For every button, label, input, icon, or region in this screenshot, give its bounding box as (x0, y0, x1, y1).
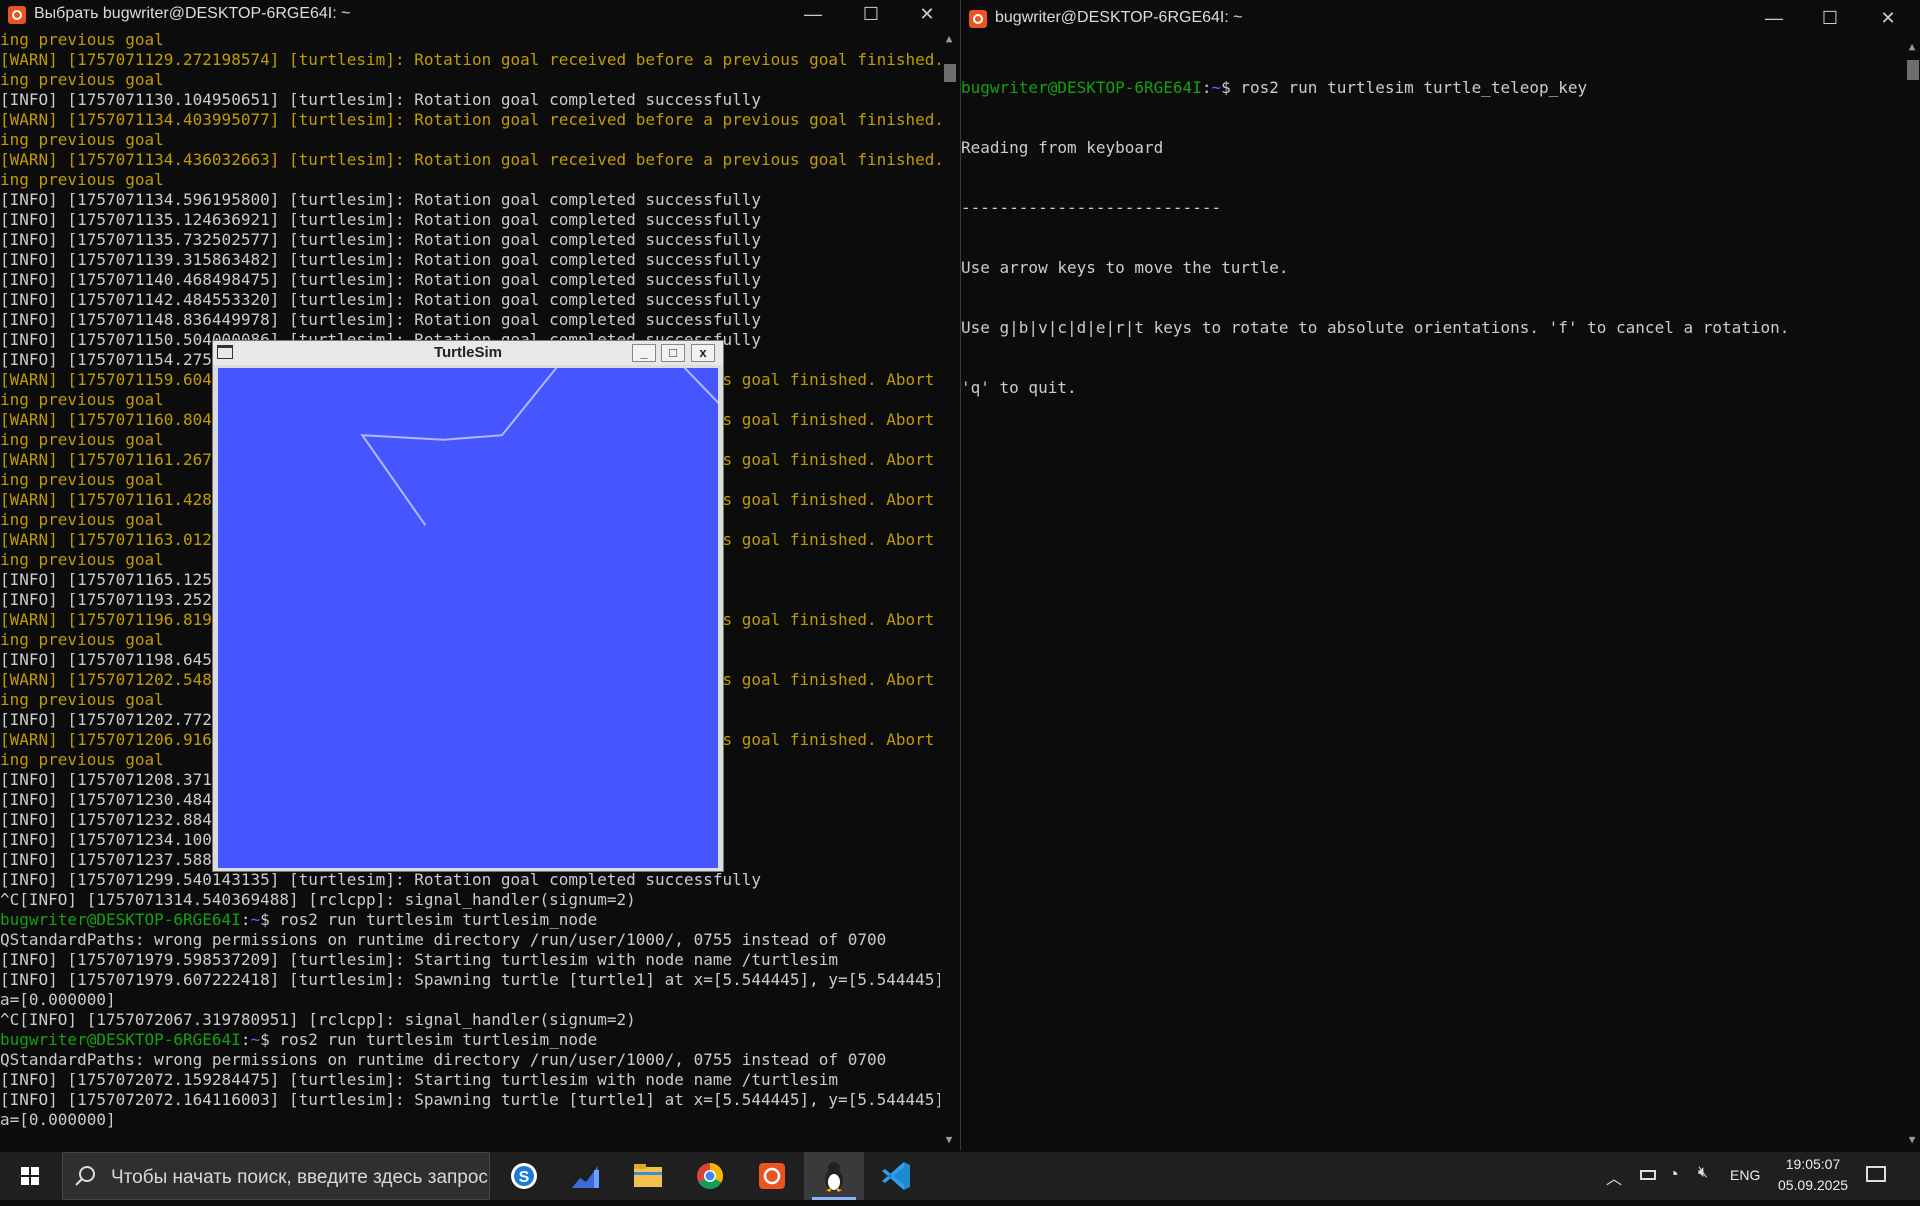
minimize-button[interactable]: — (1751, 4, 1797, 34)
turtlesim-close-button[interactable]: x (691, 344, 715, 362)
right-terminal-output[interactable]: bugwriter@DESKTOP-6RGE64I:~$ ros2 run tu… (961, 38, 1903, 1148)
left-terminal-titlebar[interactable]: Выбрать bugwriter@DESKTOP-6RGE64I: ~ — ☐… (0, 0, 958, 30)
turtlesim-title: TurtleSim (433, 344, 503, 361)
log-line: [INFO] [1757072072.159284475] [turtlesim… (0, 1070, 839, 1089)
turtlesim-drawing (360, 293, 751, 526)
output-line: Use arrow keys to move the turtle. (961, 258, 1289, 277)
log-line: a=[0.000000] (0, 990, 116, 1009)
output-line: --------------------------- (961, 198, 1222, 217)
notifications-icon[interactable] (1866, 1166, 1886, 1182)
clock-time: 19:05:07 (1785, 1156, 1841, 1172)
scroll-down-arrow-icon[interactable]: ▼ (1903, 1133, 1920, 1146)
log-line: [INFO] [1757071148.836449978] [turtlesim… (0, 310, 761, 329)
log-line: [INFO] [1757071130.104950651] [turtlesim… (0, 90, 761, 109)
log-line: [INFO] [1757071139.315863482] [turtlesim… (0, 250, 761, 269)
clock-date: 05.09.2025 (1777, 1177, 1849, 1193)
vscode-icon[interactable] (868, 1152, 924, 1200)
clock[interactable]: 19:05:07 05.09.2025 (1770, 1154, 1856, 1196)
right-terminal-window: bugwriter@DESKTOP-6RGE64I: ~ — ☐ ✕ bugwr… (960, 0, 1920, 1150)
scroll-down-arrow-icon[interactable]: ▼ (940, 1133, 958, 1146)
prompt-user: bugwriter@DESKTOP-6RGE64I (0, 1030, 241, 1049)
log-line: [INFO] [1757071135.732502577] [turtlesim… (0, 230, 761, 249)
turtlesim-maximize-button[interactable]: □ (661, 344, 685, 362)
log-line: [INFO] [1757071142.484553320] [turtlesim… (0, 290, 761, 309)
ubuntu-icon (8, 6, 26, 24)
log-line: [INFO] [1757071299.540143135] [turtlesim… (0, 870, 761, 889)
prompt-line: bugwriter@DESKTOP-6RGE64I:~$ ros2 run tu… (0, 1030, 940, 1050)
prompt-user: bugwriter@DESKTOP-6RGE64I (0, 910, 241, 929)
close-button[interactable]: ✕ (1865, 4, 1911, 34)
scrollbar-thumb[interactable] (944, 64, 956, 82)
turtlesim-window[interactable]: TurtleSim _ □ x (212, 293, 751, 872)
log-line: [INFO] [1757071135.124636921] [turtlesim… (0, 210, 761, 229)
window-menu-icon[interactable] (217, 345, 233, 359)
output-line: Use g|b|v|c|d|e|r|t keys to rotate to ab… (961, 318, 1790, 337)
log-line: [INFO] [1757071979.598537209] [turtlesim… (0, 950, 839, 969)
stats-icon[interactable] (558, 1152, 614, 1200)
left-terminal-title: Выбрать bugwriter@DESKTOP-6RGE64I: ~ (34, 5, 351, 22)
minimize-button[interactable]: — (790, 0, 836, 30)
turtle-path (360, 293, 738, 526)
linux-terminal-icon[interactable] (804, 1152, 864, 1200)
log-line: [WARN] [1757071134.403995077] [turtlesim… (0, 110, 940, 129)
turtlesim-minimize-button[interactable]: _ (632, 344, 656, 362)
left-terminal-scrollbar[interactable]: ▲ ▼ (940, 30, 958, 1150)
log-line: [WARN] [1757071129.272198574] [turtlesim… (0, 50, 940, 69)
prompt-path: ~ (250, 910, 261, 929)
scroll-up-arrow-icon[interactable]: ▲ (940, 32, 958, 45)
log-line: [WARN] [1757071134.436032663] [turtlesim… (0, 150, 940, 169)
log-line: ^C[INFO] [1757072067.319780951] [rclcpp]… (0, 1010, 636, 1029)
svg-text:S: S (519, 1169, 530, 1186)
output-line: Reading from keyboard (961, 138, 1164, 157)
windows-icon (21, 1167, 39, 1185)
ubuntu-icon (969, 10, 987, 28)
output-line: 'q' to quit. (961, 378, 1077, 397)
prompt-path: ~ (250, 1030, 261, 1049)
log-line: [INFO] [1757071140.468498475] [turtlesim… (0, 270, 761, 289)
ubuntu-icon[interactable] (744, 1152, 800, 1200)
file-explorer-icon[interactable] (620, 1152, 676, 1200)
right-terminal-scrollbar[interactable]: ▲ ▼ (1903, 38, 1920, 1150)
log-line: ^C[INFO] [1757071314.540369488] [rclcpp]… (0, 890, 636, 909)
scrollbar-thumb[interactable] (1907, 60, 1919, 80)
network-icon[interactable]: ◔ (1668, 1164, 1679, 1185)
prompt-line: bugwriter@DESKTOP-6RGE64I:~$ ros2 run tu… (961, 78, 1903, 98)
log-line: ing previous goal (0, 130, 164, 149)
search-icon (75, 1166, 95, 1186)
prompt-command: $ ros2 run turtlesim turtlesim_node (260, 910, 598, 929)
maximize-button[interactable]: ☐ (848, 0, 894, 30)
right-terminal-titlebar[interactable]: bugwriter@DESKTOP-6RGE64I: ~ — ☐ ✕ (961, 4, 1920, 34)
chrome-icon[interactable] (682, 1152, 738, 1200)
scroll-up-arrow-icon[interactable]: ▲ (1903, 40, 1920, 53)
battery-icon[interactable] (1640, 1170, 1656, 1180)
prompt-line: bugwriter@DESKTOP-6RGE64I:~$ ros2 run tu… (0, 910, 940, 930)
search-input[interactable]: Чтобы начать поиск, введите здесь запрос (111, 1167, 488, 1189)
log-line: a=[0.000000] (0, 1110, 116, 1129)
prompt-command: $ ros2 run turtlesim turtlesim_node (260, 1030, 598, 1049)
tray-chevron-icon[interactable]: ︿ (1606, 1165, 1622, 1189)
log-line: [INFO] [1757071134.596195800] [turtlesim… (0, 190, 761, 209)
log-line: QStandardPaths: wrong permissions on run… (0, 930, 887, 949)
prompt-path: ~ (1211, 78, 1222, 97)
language-indicator[interactable]: ENG (1730, 1167, 1760, 1183)
skype-icon[interactable]: S (496, 1152, 552, 1200)
log-line: QStandardPaths: wrong permissions on run… (0, 1050, 887, 1069)
log-line: [INFO] [1757072072.164116003] [turtlesim… (0, 1090, 940, 1109)
start-button[interactable] (0, 1152, 60, 1200)
log-line: ing previous goal (0, 70, 164, 89)
taskbar-search[interactable]: Чтобы начать поиск, введите здесь запрос (62, 1152, 490, 1200)
log-line: ing previous goal (0, 170, 164, 189)
log-line: [INFO] [1757071979.607222418] [turtlesim… (0, 970, 940, 989)
turtlesim-canvas (218, 293, 751, 868)
log-line: ing previous goal (0, 30, 164, 49)
volume-icon[interactable]: 🔇︎ (1698, 1164, 1708, 1182)
turtlesim-titlebar[interactable]: TurtleSim _ □ x (213, 341, 723, 365)
maximize-button[interactable]: ☐ (1807, 4, 1853, 34)
close-button[interactable]: ✕ (904, 0, 950, 30)
prompt-user: bugwriter@DESKTOP-6RGE64I (961, 78, 1202, 97)
right-terminal-title: bugwriter@DESKTOP-6RGE64I: ~ (995, 9, 1243, 26)
prompt-command: $ ros2 run turtlesim turtle_teleop_key (1221, 78, 1588, 97)
taskbar: Чтобы начать поиск, введите здесь запрос… (0, 1152, 1920, 1200)
